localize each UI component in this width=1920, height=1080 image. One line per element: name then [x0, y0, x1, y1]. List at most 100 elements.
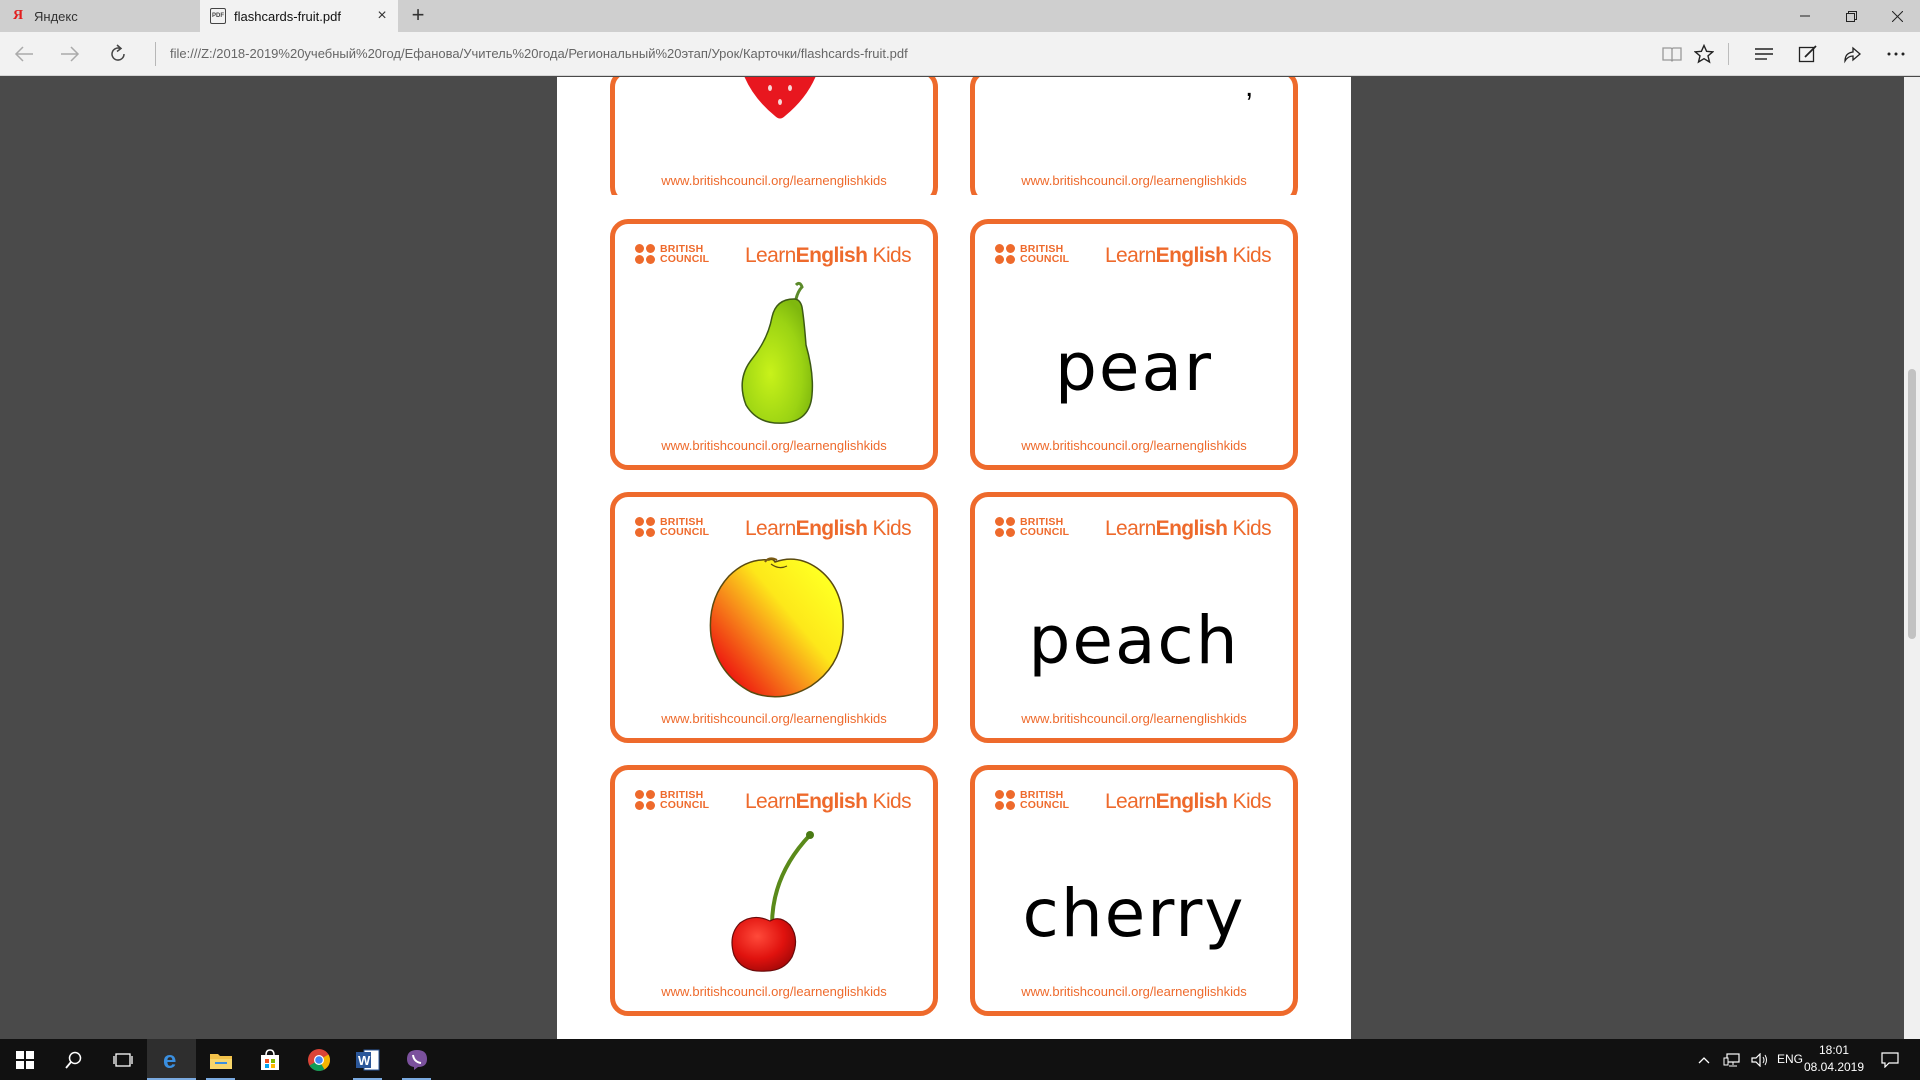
pdf-page: BRITISH COUNCIL LearnEnglish Kids www.bri…	[557, 195, 1351, 1039]
card-url[interactable]: www.britishcouncil.org/learnenglishkids	[975, 438, 1293, 453]
card-url[interactable]: www.britishcouncil.org/learnenglishkids	[615, 984, 933, 999]
taskbar-file-explorer[interactable]	[196, 1039, 245, 1080]
chrome-icon	[307, 1048, 330, 1071]
minimize-button[interactable]	[1782, 0, 1828, 32]
address-field[interactable]: file:///Z:/2018-2019%20учебный%20год/Ефа…	[170, 46, 908, 61]
taskbar-store[interactable]	[245, 1039, 294, 1080]
tab-strip: Я Яндекс PDF flashcards-fruit.pdf × +	[0, 0, 1920, 32]
refresh-icon	[111, 44, 125, 61]
web-note-button[interactable]	[1792, 39, 1824, 69]
minimize-icon	[1800, 15, 1810, 17]
flashcard-cherry-image: BRITISH COUNCIL LearnEnglish Kids www.bri…	[610, 765, 938, 1016]
british-council-dots-icon	[635, 244, 655, 264]
flashcard-word-partial: , www.britishcouncil.org/learnenglishkid…	[970, 77, 1298, 205]
british-council-dots-icon	[995, 244, 1015, 264]
more-dots-icon	[1887, 52, 1905, 56]
peach-icon	[709, 557, 844, 698]
flashcard-peach-image: BRITISH COUNCIL LearnEnglish Kids www.bri…	[610, 492, 938, 743]
tab-flashcards-pdf[interactable]: PDF flashcards-fruit.pdf ×	[200, 0, 398, 32]
tab-title: flashcards-fruit.pdf	[234, 8, 341, 24]
learnenglish-kids-logo: LearnEnglish Kids	[744, 790, 912, 813]
store-icon	[260, 1048, 279, 1070]
british-council-dots-icon	[635, 790, 655, 810]
british-council-logo: BRITISH COUNCIL	[995, 517, 1069, 537]
more-button[interactable]	[1880, 39, 1912, 69]
flashcard-pear-word: BRITISH COUNCIL LearnEnglish Kids pear ww…	[970, 219, 1298, 470]
flashcard-cherry-word: BRITISH COUNCIL LearnEnglish Kids cherry …	[970, 765, 1298, 1016]
speaker-icon	[1751, 1052, 1767, 1067]
flashcard-pear-image: BRITISH COUNCIL LearnEnglish Kids www.bri…	[610, 219, 938, 470]
taskbar-chrome[interactable]	[294, 1039, 343, 1080]
reading-view-icon	[1662, 47, 1682, 62]
learnenglish-kids-logo: LearnEnglish Kids	[1104, 517, 1272, 540]
forward-arrow-icon	[61, 46, 80, 62]
forward-button[interactable]	[54, 39, 86, 69]
yandex-icon: Я	[12, 8, 24, 23]
card-url[interactable]: www.britishcouncil.org/learnenglishkids	[975, 173, 1293, 188]
pdf-icon: PDF	[210, 8, 226, 24]
taskbar-search-button[interactable]	[49, 1039, 98, 1080]
british-council-logo: BRITISH COUNCIL	[635, 517, 709, 537]
restore-icon	[1845, 10, 1857, 22]
taskbar-word[interactable]: W	[343, 1039, 392, 1080]
reading-view-button[interactable]	[1656, 39, 1688, 69]
action-center-button[interactable]	[1870, 1039, 1910, 1080]
back-arrow-icon	[14, 46, 33, 62]
learnenglish-kids-logo: LearnEnglish Kids	[744, 244, 912, 267]
favorites-star-button[interactable]	[1688, 39, 1720, 69]
taskbar-viber[interactable]	[392, 1039, 441, 1080]
svg-text:e: e	[163, 1048, 176, 1072]
card-url[interactable]: www.britishcouncil.org/learnenglishkids	[615, 711, 933, 726]
notification-icon	[1881, 1051, 1899, 1068]
card-url[interactable]: www.britishcouncil.org/learnenglishkids	[615, 438, 933, 453]
hub-icon	[1755, 48, 1773, 60]
taskbar-edge[interactable]: e	[147, 1039, 196, 1080]
new-tab-button[interactable]: +	[406, 4, 430, 28]
card-url[interactable]: www.britishcouncil.org/learnenglishkids	[975, 984, 1293, 999]
british-council-dots-icon	[635, 517, 655, 537]
refresh-button[interactable]	[102, 39, 134, 69]
card-word: pear	[1054, 329, 1214, 406]
restore-button[interactable]	[1828, 0, 1874, 32]
pdf-viewer[interactable]: www.britishcouncil.org/learnenglishkids …	[0, 77, 1920, 1039]
british-council-logo: BRITISH COUNCIL	[995, 244, 1069, 264]
learnenglish-kids-logo: LearnEnglish Kids	[1104, 244, 1272, 267]
scrollbar-thumb[interactable]	[1908, 369, 1916, 639]
tab-yandex[interactable]: Я Яндекс	[0, 0, 200, 32]
web-note-icon	[1798, 45, 1817, 63]
card-word: peach	[1028, 602, 1240, 679]
hub-button[interactable]	[1748, 39, 1780, 69]
windows-taskbar: e W ENG 18:01 08.04.2019	[0, 1039, 1920, 1080]
tab-title: Яндекс	[34, 8, 78, 24]
task-view-button[interactable]	[98, 1039, 147, 1080]
start-button[interactable]	[0, 1039, 49, 1080]
flashcard-strawberry-partial: www.britishcouncil.org/learnenglishkids	[610, 77, 938, 205]
card-url[interactable]: www.britishcouncil.org/learnenglishkids	[975, 711, 1293, 726]
cherry-icon	[731, 831, 814, 972]
show-hidden-icons-button[interactable]	[1690, 1039, 1718, 1080]
back-button[interactable]	[8, 39, 40, 69]
network-button[interactable]	[1718, 1039, 1746, 1080]
close-tab-icon[interactable]: ×	[374, 8, 390, 24]
task-view-icon	[112, 1052, 133, 1067]
windows-start-icon	[15, 1050, 34, 1069]
file-explorer-icon	[209, 1053, 232, 1069]
share-button[interactable]	[1836, 39, 1868, 69]
card-url[interactable]: www.britishcouncil.org/learnenglishkids	[615, 173, 933, 188]
british-council-logo: BRITISH COUNCIL	[995, 790, 1069, 810]
clock-time[interactable]: 18:01	[1800, 1043, 1868, 1057]
clock-date[interactable]: 08.04.2019	[1800, 1060, 1868, 1074]
british-council-logo: BRITISH COUNCIL	[635, 244, 709, 264]
card-word: cherry	[1022, 875, 1246, 952]
address-toolbar: file:///Z:/2018-2019%20учебный%20год/Ефа…	[0, 32, 1920, 76]
partial-word-fragment: ,	[1245, 77, 1254, 103]
close-icon	[1891, 10, 1903, 22]
flashcard-peach-word: BRITISH COUNCIL LearnEnglish Kids peach w…	[970, 492, 1298, 743]
vertical-scrollbar[interactable]	[1904, 77, 1920, 1039]
close-window-button[interactable]	[1874, 0, 1920, 32]
strawberry-icon	[744, 77, 816, 119]
chevron-up-icon	[1698, 1056, 1710, 1063]
toolbar-separator	[1728, 43, 1729, 65]
edge-icon: e	[163, 1048, 176, 1072]
learnenglish-kids-logo: LearnEnglish Kids	[744, 517, 912, 540]
